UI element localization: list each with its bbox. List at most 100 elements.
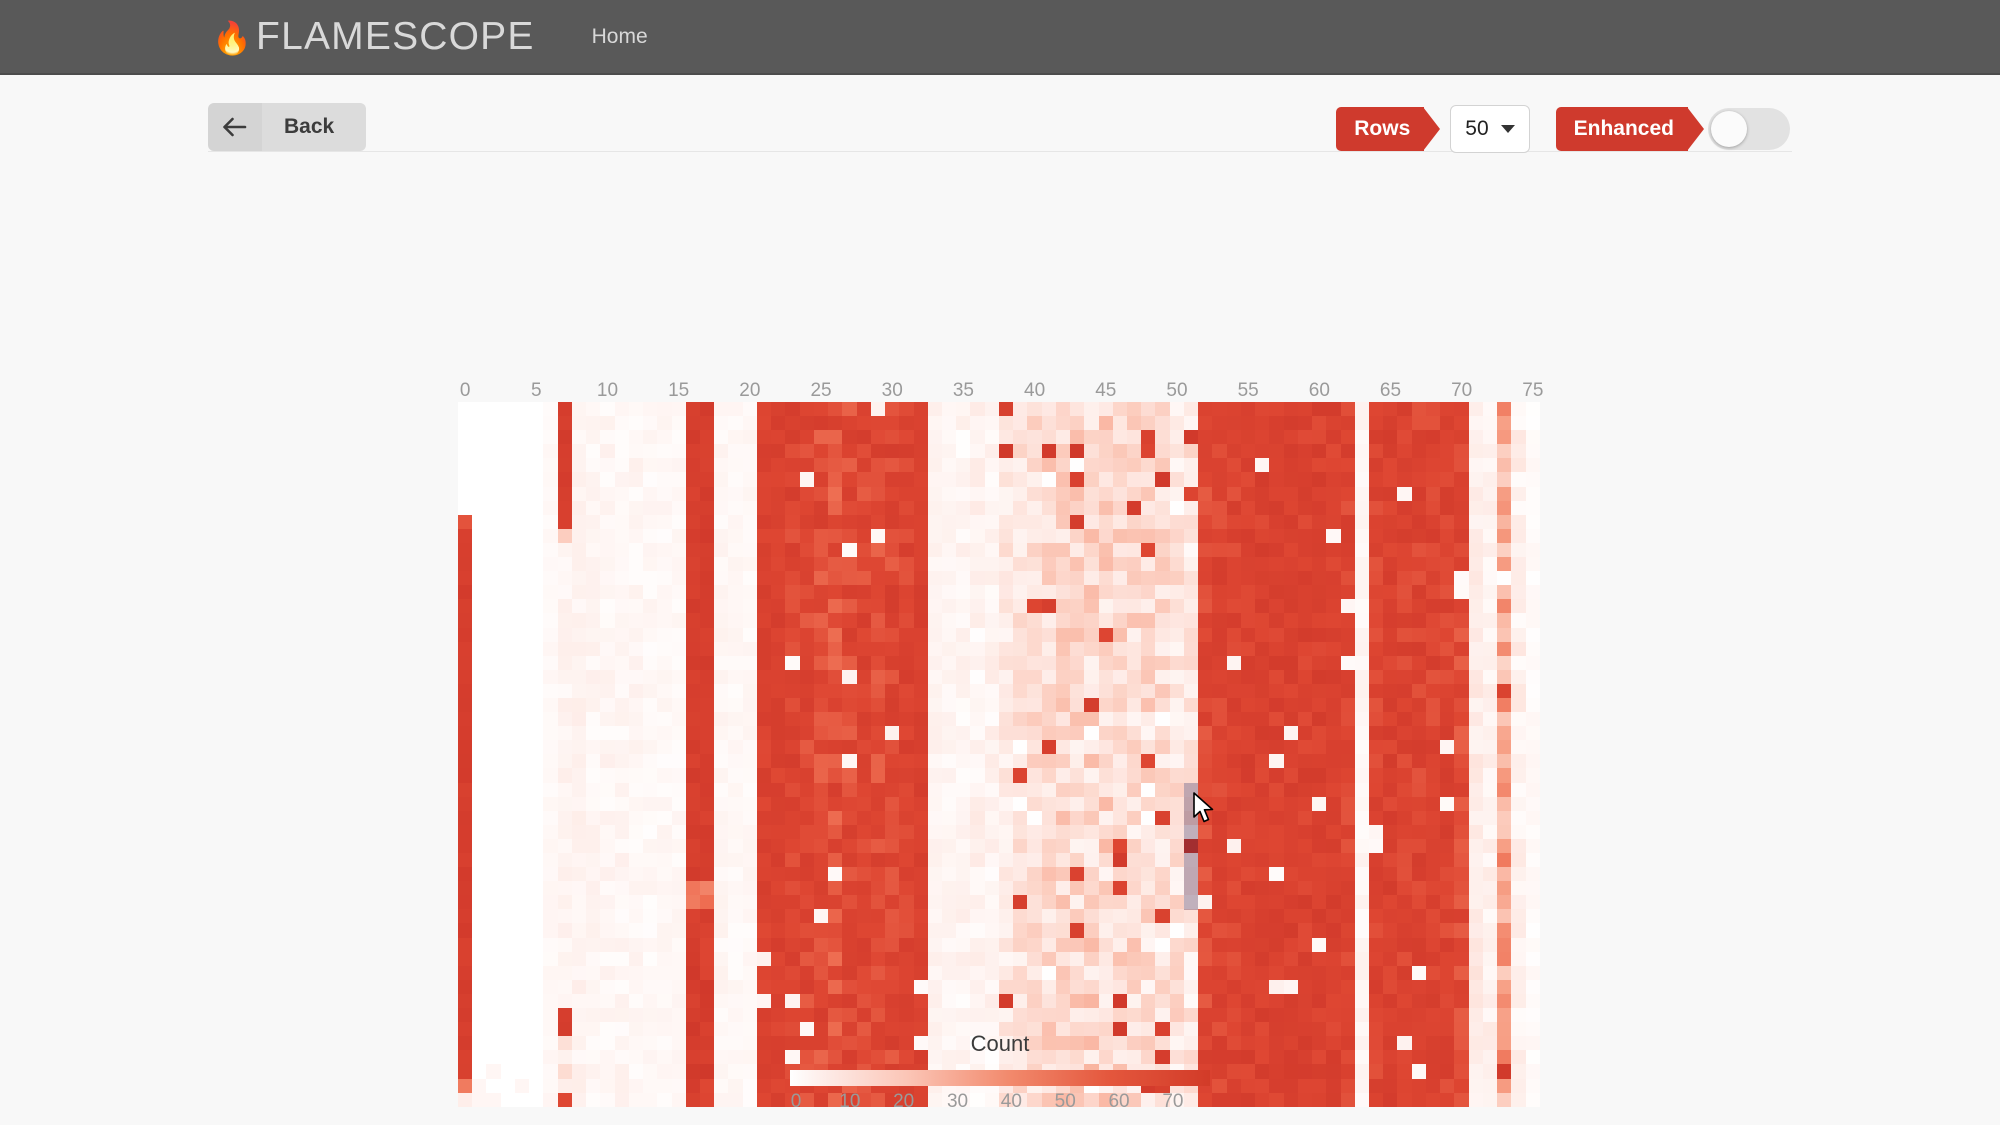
heatmap-cell[interactable] [628,416,644,431]
heatmap-cell[interactable] [799,824,814,839]
heatmap-cell[interactable] [1098,472,1113,487]
heatmap-cell[interactable] [1297,754,1313,769]
heatmap-cell[interactable] [998,754,1014,769]
heatmap-cell[interactable] [1240,810,1256,825]
heatmap-cell[interactable] [1226,1078,1241,1093]
heatmap-cell[interactable] [1255,768,1270,783]
heatmap-cell[interactable] [1013,867,1028,882]
heatmap-cell[interactable] [941,937,957,952]
heatmap-cell[interactable] [657,1064,672,1079]
heatmap-cell[interactable] [714,641,729,656]
heatmap-cell[interactable] [1255,881,1270,896]
heatmap-cell[interactable] [728,627,743,642]
heatmap-cell[interactable] [1084,500,1099,515]
heatmap-cell[interactable] [756,810,772,825]
heatmap-cell[interactable] [956,909,971,924]
heatmap-cell[interactable] [885,909,900,924]
heatmap-cell[interactable] [785,909,800,924]
heatmap-cell[interactable] [1183,867,1199,882]
heatmap-cell[interactable] [1226,1064,1241,1079]
heatmap-cell[interactable] [1183,768,1199,783]
heatmap-cell[interactable] [885,838,900,853]
heatmap-cell[interactable] [870,1008,886,1023]
heatmap-cell[interactable] [1169,951,1184,966]
heatmap-cell[interactable] [1084,669,1099,684]
heatmap-cell[interactable] [614,669,629,684]
heatmap-cell[interactable] [1269,754,1284,769]
heatmap-cell[interactable] [1269,444,1284,459]
heatmap-cell[interactable] [1112,740,1128,755]
heatmap-cell[interactable] [913,740,928,755]
heatmap-cell[interactable] [714,430,729,445]
heatmap-cell[interactable] [643,669,658,684]
heatmap-cell[interactable] [1468,514,1483,529]
heatmap-cell[interactable] [1297,979,1313,994]
heatmap-cell[interactable] [1468,895,1483,910]
heatmap-cell[interactable] [1055,881,1071,896]
heatmap-cell[interactable] [1112,1008,1128,1023]
heatmap-cell[interactable] [828,993,843,1009]
heatmap-cell[interactable] [1027,557,1042,572]
heatmap-cell[interactable] [458,1022,473,1037]
heatmap-cell[interactable] [1369,571,1384,586]
heatmap-cell[interactable] [657,937,672,952]
heatmap-cell[interactable] [1411,557,1426,572]
heatmap-cell[interactable] [1084,965,1099,980]
heatmap-cell[interactable] [1127,740,1142,755]
heatmap-cell[interactable] [586,697,601,713]
heatmap-cell[interactable] [842,627,857,642]
heatmap-cell[interactable] [1169,444,1184,459]
heatmap-cell[interactable] [1198,585,1213,600]
heatmap-cell[interactable] [671,697,686,713]
heatmap-cell[interactable] [557,1064,572,1079]
heatmap-cell[interactable] [828,557,843,572]
heatmap-cell[interactable] [1525,853,1540,868]
heatmap-cell[interactable] [1127,853,1142,868]
heatmap-cell[interactable] [458,965,473,980]
heatmap-cell[interactable] [714,571,729,586]
heatmap-cell[interactable] [614,1008,629,1023]
heatmap-cell[interactable] [685,782,700,797]
heatmap-cell[interactable] [1354,993,1369,1009]
heatmap-cell[interactable] [543,402,558,417]
heatmap-cell[interactable] [870,500,886,515]
heatmap-cell[interactable] [1169,416,1184,431]
heatmap-cell[interactable] [458,1064,473,1079]
heatmap-cell[interactable] [1454,557,1469,572]
heatmap-cell[interactable] [842,979,857,994]
heatmap-cell[interactable] [1283,613,1298,628]
heatmap-cell[interactable] [1482,1092,1498,1107]
heatmap-cell[interactable] [1312,979,1327,994]
heatmap-cell[interactable] [1312,1064,1327,1079]
heatmap-cell[interactable] [571,895,587,910]
heatmap-cell[interactable] [1326,486,1341,501]
heatmap-cell[interactable] [472,838,487,853]
heatmap-cell[interactable] [614,895,629,910]
heatmap-cell[interactable] [1198,655,1213,670]
heatmap-cell[interactable] [856,796,871,811]
heatmap-cell[interactable] [1383,683,1398,698]
heatmap-cell[interactable] [1312,528,1327,543]
heatmap-cell[interactable] [1468,824,1483,839]
heatmap-cell[interactable] [742,726,757,741]
heatmap-cell[interactable] [856,937,871,952]
heatmap-cell[interactable] [571,1036,587,1051]
heatmap-cell[interactable] [1383,514,1398,529]
heatmap-cell[interactable] [927,500,942,515]
heatmap-cell[interactable] [970,542,985,558]
heatmap-cell[interactable] [1468,740,1483,755]
heatmap-cell[interactable] [771,965,786,980]
heatmap-cell[interactable] [1141,416,1156,431]
heatmap-cell[interactable] [586,1092,601,1107]
heatmap-cell[interactable] [842,867,857,882]
heatmap-cell[interactable] [1354,613,1369,628]
heatmap-cell[interactable] [543,951,558,966]
heatmap-cell[interactable] [1312,514,1327,529]
heatmap-cell[interactable] [614,571,629,586]
heatmap-cell[interactable] [1013,1008,1028,1023]
heatmap-cell[interactable] [472,514,487,529]
heatmap-cell[interactable] [771,472,786,487]
heatmap-cell[interactable] [1112,557,1128,572]
heatmap-cell[interactable] [998,472,1014,487]
heatmap-cell[interactable] [1155,965,1170,980]
